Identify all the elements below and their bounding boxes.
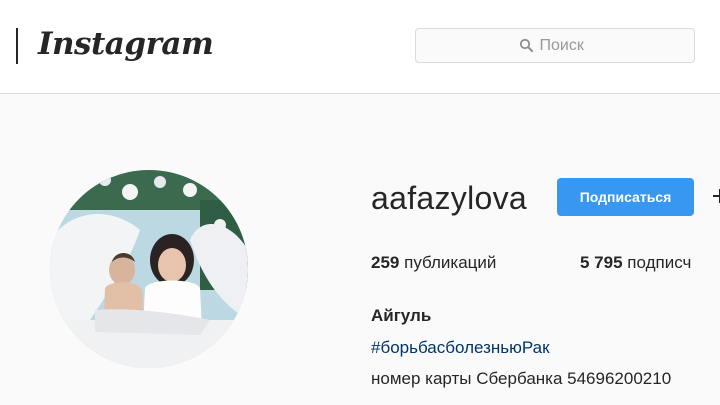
followers-count: 5 795 bbox=[580, 253, 623, 272]
bio-text: номер карты Сбербанка 54696200210 bbox=[371, 369, 672, 388]
followers-label: подписч bbox=[627, 253, 692, 272]
instagram-logo[interactable]: Instagram bbox=[38, 26, 214, 62]
bio-hashtag-link[interactable]: #борьбасболезньюРак bbox=[371, 338, 550, 358]
posts-count: 259 bbox=[371, 253, 400, 272]
more-icon[interactable] bbox=[712, 186, 720, 206]
avatar[interactable] bbox=[50, 170, 248, 368]
search-box[interactable] bbox=[415, 28, 695, 63]
logo-divider bbox=[16, 28, 18, 64]
top-navigation-bar: Instagram bbox=[0, 0, 720, 94]
posts-label: публикаций bbox=[404, 253, 497, 272]
follow-button[interactable]: Подписаться bbox=[557, 178, 694, 216]
profile-username: aafazylova bbox=[371, 180, 527, 216]
profile-full-name: Айгуль bbox=[371, 306, 432, 325]
followers-count-stat[interactable]: 5 795 подписч bbox=[580, 253, 691, 273]
search-icon bbox=[519, 38, 533, 52]
search-input[interactable] bbox=[539, 36, 592, 55]
avatar-photo bbox=[50, 170, 248, 368]
posts-count-stat: 259 публикаций bbox=[371, 253, 496, 273]
